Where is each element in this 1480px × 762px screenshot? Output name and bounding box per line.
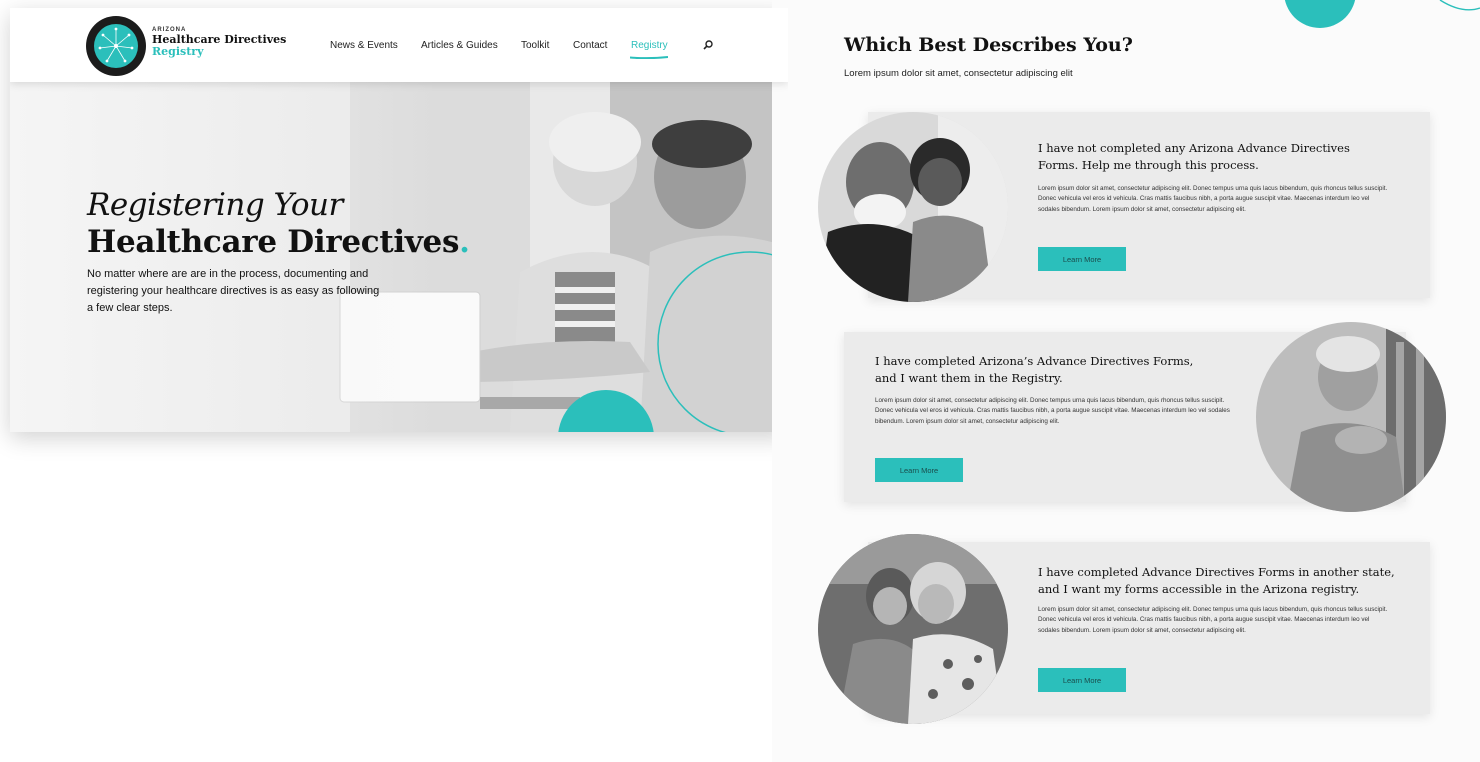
hero-title-text: Healthcare Directives [87, 224, 460, 260]
option-heading-3: I have completed Advance Directives Form… [1038, 565, 1395, 596]
section-subtitle: Lorem ipsum dolor sit amet, consectetur … [844, 68, 1073, 79]
learn-more-button-3[interactable]: Learn More [1038, 668, 1126, 692]
nav-news-events[interactable]: News & Events [330, 40, 398, 51]
nav-active-underline [630, 56, 668, 59]
option-body-2: Lorem ipsum dolor sit amet, consectetur … [875, 397, 1230, 425]
hero-section: Registering Your Healthcare Directives. … [10, 82, 788, 432]
option-heading-2: I have completed Arizona’s Advance Direc… [875, 354, 1194, 385]
learn-more-button-1[interactable]: Learn More [1038, 247, 1126, 271]
nav-contact[interactable]: Contact [573, 40, 607, 51]
nav-registry[interactable]: Registry [631, 40, 668, 51]
mother-daughter-photo [818, 534, 1008, 724]
search-icon[interactable] [702, 39, 714, 51]
option-body-3: Lorem ipsum dolor sit amet, consectetur … [1038, 606, 1388, 634]
nav-articles-guides[interactable]: Articles & Guides [421, 40, 498, 51]
homepage-mockup: ARIZONA Healthcare Directives Registry N… [10, 8, 788, 432]
hero-description: No matter where are are in the process, … [87, 268, 380, 314]
hero-title-dot: . [459, 224, 470, 260]
site-header: ARIZONA Healthcare Directives Registry N… [10, 8, 788, 82]
describes-you-section: Which Best Describes You? Lorem ipsum do… [772, 0, 1480, 762]
registry-seal-logo[interactable] [85, 15, 147, 77]
smiling-man-photo [1256, 322, 1446, 512]
option-body-1: Lorem ipsum dolor sit amet, consectetur … [1038, 185, 1388, 213]
learn-more-button-2[interactable]: Learn More [875, 458, 963, 482]
section-title: Which Best Describes You? [844, 34, 1133, 56]
hero-title-line1: Registering Your [87, 187, 343, 223]
hero-title-line2: Healthcare Directives. [87, 224, 470, 260]
nav-toolkit[interactable]: Toolkit [521, 40, 549, 51]
brand-registry: Registry [152, 45, 204, 58]
option-heading-1: I have not completed any Arizona Advance… [1038, 141, 1350, 172]
brand-wordmark[interactable]: ARIZONA Healthcare Directives Registry [152, 27, 286, 58]
couple-laughing-photo [818, 112, 1008, 302]
